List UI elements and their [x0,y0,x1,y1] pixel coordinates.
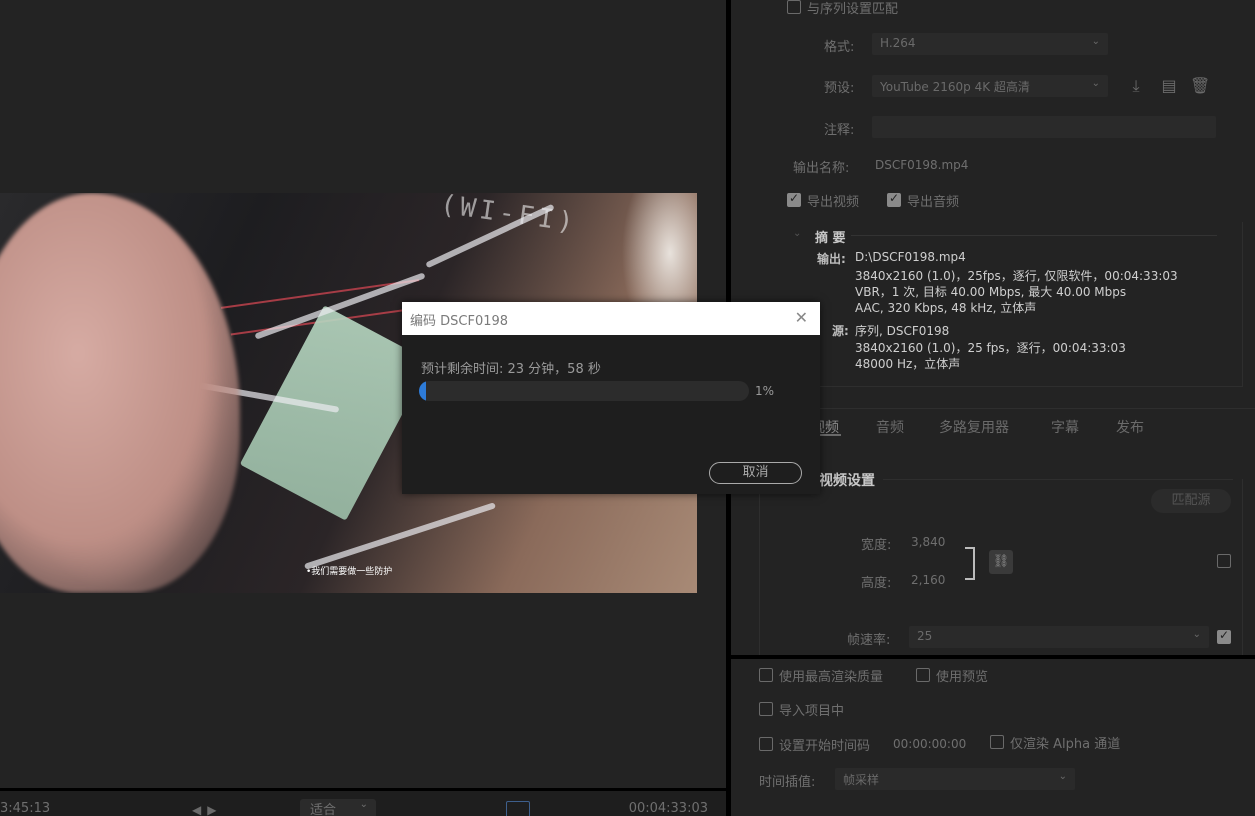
encode-progress-fill [419,381,426,401]
close-icon[interactable]: ✕ [795,308,808,327]
comment-input[interactable] [872,116,1216,138]
video-subtitle: •我们需要做一些防护 [306,567,393,577]
preview-transport-bar: 3:45:13 ◀▶ 适合 ⌄ 00:04:33:03 [0,788,726,816]
render-alpha-checkbox[interactable] [990,735,1004,749]
preset-value: YouTube 2160p 4K 超高清 [880,80,1030,94]
format-label: 格式: [824,40,855,55]
frame-rate-override-checkbox[interactable] [1217,628,1231,644]
max-render-quality-label: 使用最高渲染质量 [779,670,884,685]
frame-rate-label: 帧速率: [847,633,891,648]
fit-dropdown-value: 适合 [310,803,337,816]
summary-source-line: 序列, DSCF0198 [855,324,950,338]
export-video-checkbox[interactable] [787,191,801,207]
cancel-button[interactable]: 取消 [709,462,802,484]
preset-dropdown[interactable]: YouTube 2160p 4K 超高清 ⌄ [872,75,1108,97]
summary-source-line: 3840x2160 (1.0)，25 fps，逐行，00:04:33:03 [855,341,1126,355]
summary-output-line: AAC, 320 Kbps, 48 kHz, 立体声 [855,301,1037,315]
set-start-timecode-label: 设置开始时间码 [779,739,871,754]
chevron-down-icon: ⌄ [1091,36,1100,47]
width-label: 宽度: [861,538,892,553]
current-timecode[interactable]: 3:45:13 [0,801,50,816]
preset-label: 预设: [824,81,855,96]
comment-label: 注释: [824,123,855,138]
height-label: 高度: [861,576,892,591]
match-sequence-checkbox[interactable] [787,0,801,14]
use-previews-label: 使用预览 [936,670,989,685]
aspect-bracket [965,547,975,580]
sticker-text: (WI-FI) [438,193,579,239]
frame-rate-value: 25 [917,629,933,643]
encode-progress-bar [419,381,749,401]
summary-source-line: 48000 Hz，立体声 [855,357,961,371]
crop-icon[interactable] [506,801,530,816]
encoding-dialog: 编码 DSCF0198 ✕ 预计剩余时间: 23 分钟，58 秒 1% 取消 [402,302,820,494]
chevron-down-icon: ⌄ [1091,78,1100,89]
time-remaining-text: 预计剩余时间: 23 分钟，58 秒 [421,362,601,377]
output-name-link[interactable]: DSCF0198.mp4 [875,158,968,172]
progress-percent: 1% [755,384,775,398]
chevron-down-icon: ⌄ [1192,629,1201,640]
tab-multiplexer[interactable]: 多路复用器 [939,417,1009,437]
step-icons[interactable]: ◀▶ [192,803,222,816]
match-source-button[interactable]: 匹配源 [1151,489,1231,513]
export-audio-label: 导出音频 [907,195,960,210]
save-preset-icon[interactable]: ⤓ [1126,76,1146,96]
import-project-label: 导入项目中 [779,704,845,719]
time-interpolation-value: 帧采样 [843,773,880,787]
link-icon[interactable]: ⛓ [989,550,1013,574]
output-name-label: 输出名称: [793,161,850,176]
chevron-down-icon: ⌄ [359,799,368,810]
use-previews-checkbox[interactable] [916,668,930,682]
summary-output-line: 3840x2160 (1.0)，25fps，逐行, 仅限软件，00:04:33:… [855,269,1178,283]
time-interpolation-label: 时间插值: [759,775,816,790]
export-audio-checkbox[interactable] [887,191,901,207]
delete-preset-icon[interactable]: 🗑 [1190,76,1210,96]
dialog-titlebar: 编码 DSCF0198 ✕ [402,302,820,335]
tab-captions[interactable]: 字幕 [1051,417,1079,437]
render-alpha-label: 仅渲染 Alpha 通道 [1010,737,1121,752]
size-override-checkbox[interactable] [1217,554,1231,568]
tab-audio[interactable]: 音频 [876,417,904,437]
width-value[interactable]: 3,840 [911,535,945,549]
time-interpolation-dropdown[interactable]: 帧采样 ⌄ [835,768,1075,790]
tab-publish[interactable]: 发布 [1116,417,1144,437]
collapse-arrow-icon[interactable]: ⌄ [793,228,801,239]
height-value[interactable]: 2,160 [911,573,945,587]
format-value: H.264 [880,36,916,50]
format-dropdown[interactable]: H.264 ⌄ [872,33,1108,55]
export-video-label: 导出视频 [807,195,860,210]
summary-title: 摘 要 [815,231,846,246]
import-preset-icon[interactable]: ▤ [1159,76,1179,96]
max-render-quality-checkbox[interactable] [759,668,773,682]
match-sequence-label: 与序列设置匹配 [807,2,899,17]
set-start-timecode-checkbox[interactable] [759,737,773,751]
summary-output-key: 输出: [817,252,846,266]
video-settings-title: 视频设置 [819,473,875,489]
summary-output-line: D:\DSCF0198.mp4 [855,250,966,264]
start-timecode-value[interactable]: 00:00:00:00 [893,737,966,751]
import-project-checkbox[interactable] [759,702,773,716]
frame-rate-dropdown[interactable]: 25 ⌄ [909,626,1209,648]
chevron-down-icon: ⌄ [1058,771,1067,782]
fit-dropdown[interactable]: 适合 ⌄ [300,799,376,816]
summary-source-key: 源: [832,324,849,338]
dialog-title: 编码 DSCF0198 [410,314,509,329]
hand-blur [0,193,240,593]
summary-output-line: VBR，1 次, 目标 40.00 Mbps, 最大 40.00 Mbps [855,285,1127,299]
duration-timecode: 00:04:33:03 [628,801,708,816]
